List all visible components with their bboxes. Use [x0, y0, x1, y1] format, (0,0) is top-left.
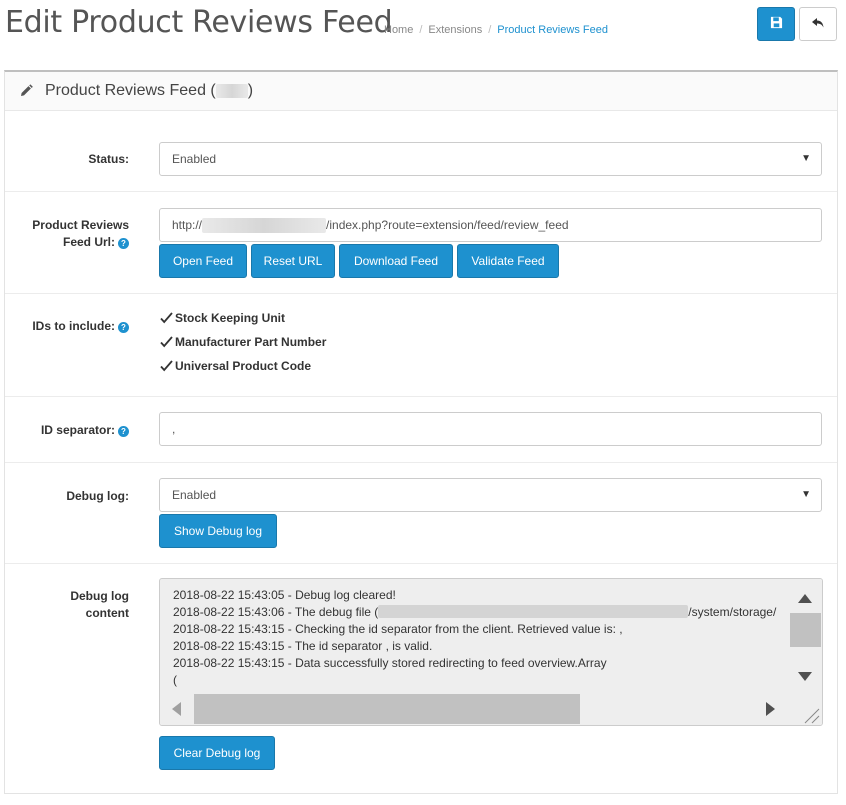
show-debug-log-button[interactable]: Show Debug log [159, 514, 277, 548]
chevron-down-icon: ▼ [801, 153, 811, 164]
debug-log-label: Debug log: [66, 489, 129, 503]
upc-checkbox[interactable]: Universal Product Code [160, 359, 311, 373]
feed-url-row: Product Reviews Feed Url:? http:// /inde… [5, 192, 837, 294]
checkmark-icon [160, 336, 174, 348]
debug-content-label: Debug log content [5, 588, 129, 622]
resize-grip-icon[interactable] [788, 693, 822, 725]
redacted-path [378, 605, 689, 618]
chevron-down-icon: ▼ [801, 489, 811, 500]
debug-log-row: Debug log: Enabled ▼ Show Debug log [5, 463, 837, 564]
back-button[interactable] [799, 7, 837, 41]
breadcrumb-home[interactable]: Home [384, 24, 413, 36]
vertical-scrollbar[interactable] [788, 579, 822, 695]
sku-checkbox[interactable]: Stock Keeping Unit [160, 311, 285, 325]
status-select[interactable]: Enabled ▼ [159, 142, 822, 176]
breadcrumb-separator: / [419, 24, 423, 36]
breadcrumb-extensions[interactable]: Extensions [428, 24, 482, 36]
id-separator-label-text: ID separator: [40, 423, 115, 437]
checkmark-icon [160, 360, 174, 372]
mpn-label: Manufacturer Part Number [175, 335, 327, 349]
ids-label-text: IDs to include: [32, 319, 115, 333]
ids-label: IDs to include:? [5, 318, 129, 335]
log-line-path-suffix: /system/storage/ [688, 605, 777, 619]
breadcrumb-current[interactable]: Product Reviews Feed [497, 24, 608, 36]
help-icon[interactable]: ? [118, 322, 129, 333]
checkmark-icon [160, 312, 174, 324]
status-row: Status: Enabled ▼ [5, 112, 837, 192]
breadcrumb: Home / Extensions / Product Reviews Feed [384, 24, 608, 36]
open-feed-button[interactable]: Open Feed [159, 244, 247, 278]
reply-arrow-icon [811, 17, 825, 32]
log-line: ( [173, 673, 177, 687]
feed-settings-panel: Product Reviews Feed ( ) Status: Enabled… [4, 70, 838, 794]
horizontal-scrollbar[interactable] [160, 693, 790, 725]
log-line: 2018-08-22 15:43:15 - Data successfully … [173, 656, 607, 670]
download-feed-button[interactable]: Download Feed [339, 244, 453, 278]
page-title: Edit Product Reviews Feed [5, 5, 393, 40]
reset-url-button[interactable]: Reset URL [251, 244, 335, 278]
panel-title-close: ) [247, 82, 254, 99]
feed-url-suffix: /index.php?route=extension/feed/review_f… [326, 218, 569, 232]
scroll-up-arrow-icon[interactable] [798, 592, 812, 606]
sku-label: Stock Keeping Unit [175, 311, 286, 325]
help-icon[interactable]: ? [118, 426, 129, 437]
debug-log-value: Enabled [172, 488, 217, 502]
id-separator-value: , [172, 422, 176, 436]
pencil-icon [19, 84, 33, 98]
vertical-scroll-thumb[interactable] [790, 613, 821, 647]
debug-log-select[interactable]: Enabled ▼ [159, 478, 822, 512]
status-value: Enabled [172, 152, 217, 166]
ids-row: IDs to include:? Stock Keeping Unit Manu… [5, 294, 837, 397]
breadcrumb-separator: / [488, 24, 492, 36]
save-icon [770, 16, 783, 32]
redacted-domain [202, 217, 327, 233]
horizontal-scroll-thumb[interactable] [194, 694, 580, 724]
debug-content-label-line2: content [85, 606, 129, 620]
log-line: 2018-08-22 15:43:15 - The id separator ,… [173, 639, 433, 653]
mpn-checkbox[interactable]: Manufacturer Part Number [160, 335, 326, 349]
debug-log-textarea[interactable]: 2018-08-22 15:43:05 - Debug log cleared!… [159, 578, 823, 726]
feed-url-prefix: http:// [172, 218, 203, 232]
log-line-text: 2018-08-22 15:43:06 - The debug file ( [173, 605, 379, 619]
panel-title: Product Reviews Feed ( [45, 82, 216, 99]
upc-label: Universal Product Code [175, 359, 312, 373]
clear-debug-log-button[interactable]: Clear Debug log [159, 736, 275, 770]
log-line: 2018-08-22 15:43:05 - Debug log cleared! [173, 588, 396, 602]
id-separator-label: ID separator:? [5, 422, 129, 439]
feed-url-input[interactable]: http:// /index.php?route=extension/feed/… [159, 208, 822, 242]
redacted-store-name [215, 84, 248, 98]
log-line: 2018-08-22 15:43:15 - Checking the id se… [173, 622, 623, 636]
panel-heading: Product Reviews Feed ( ) [5, 72, 837, 111]
help-icon[interactable]: ? [118, 238, 129, 249]
scroll-down-arrow-icon[interactable] [798, 670, 812, 684]
debug-content-row: Debug log content 2018-08-22 15:43:05 - … [5, 564, 837, 794]
feed-url-label-line1: Product Reviews [32, 218, 129, 232]
debug-content-label-line1: Debug log [70, 589, 129, 603]
scroll-right-arrow-icon[interactable] [766, 702, 775, 719]
feed-url-label: Product Reviews Feed Url:? [5, 217, 129, 251]
status-label: Status: [88, 152, 129, 166]
log-line: 2018-08-22 15:43:06 - The debug file ( /s… [173, 605, 776, 619]
id-separator-input[interactable]: , [159, 412, 822, 446]
id-separator-row: ID separator:? , [5, 397, 837, 463]
save-button[interactable] [757, 7, 795, 41]
feed-url-label-line2: Feed Url: [62, 235, 115, 249]
scroll-left-arrow-icon[interactable] [172, 702, 181, 719]
validate-feed-button[interactable]: Validate Feed [457, 244, 559, 278]
